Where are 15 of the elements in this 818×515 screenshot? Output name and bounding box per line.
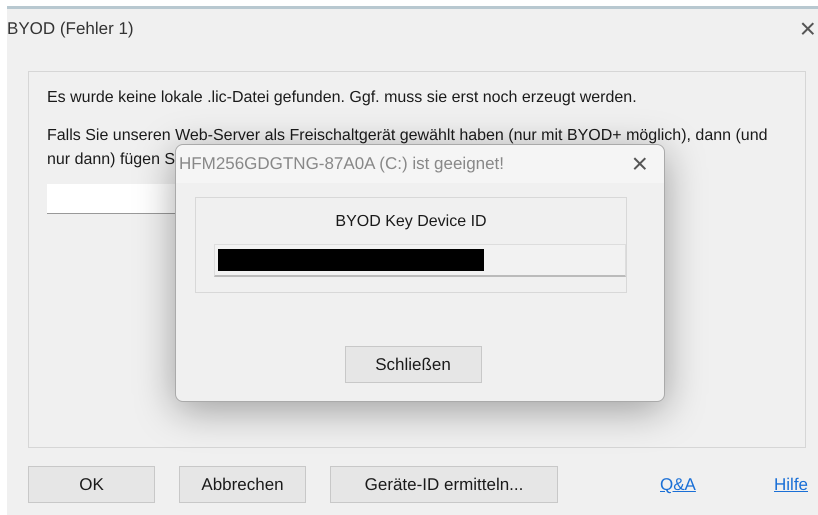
close-button[interactable]: × xyxy=(630,150,650,178)
dialog-button[interactable]: Geräte-ID ermitteln... xyxy=(330,466,558,503)
message-text: nur dann) fügen S xyxy=(47,150,176,170)
group-label: BYOD Key Device ID xyxy=(335,213,487,230)
dialog-button[interactable]: OK xyxy=(28,466,155,503)
popup-title: HFM256GDGTNG-87A0A (C:) ist geeignet! xyxy=(179,153,504,176)
message-text: Falls Sie unseren Web-Server als Freischaltgerät gewählt haben (nur mit BYOD+ möglich), dann (und xyxy=(47,126,768,146)
device-id-field[interactable] xyxy=(214,244,626,277)
close-button[interactable]: Schließen xyxy=(344,346,482,383)
window-title: BYOD (Fehler 1) xyxy=(7,18,134,40)
message-text: Es wurde keine lokale .lic-Datei gefunden. Ggf. muss sie erst noch erzeugt werden. xyxy=(47,88,638,108)
help-link[interactable]: Hilfe xyxy=(774,472,808,498)
dialog-button[interactable]: Abbrechen xyxy=(179,466,306,503)
close-button[interactable]: × xyxy=(798,15,818,43)
help-link[interactable]: Q&A xyxy=(660,472,696,498)
